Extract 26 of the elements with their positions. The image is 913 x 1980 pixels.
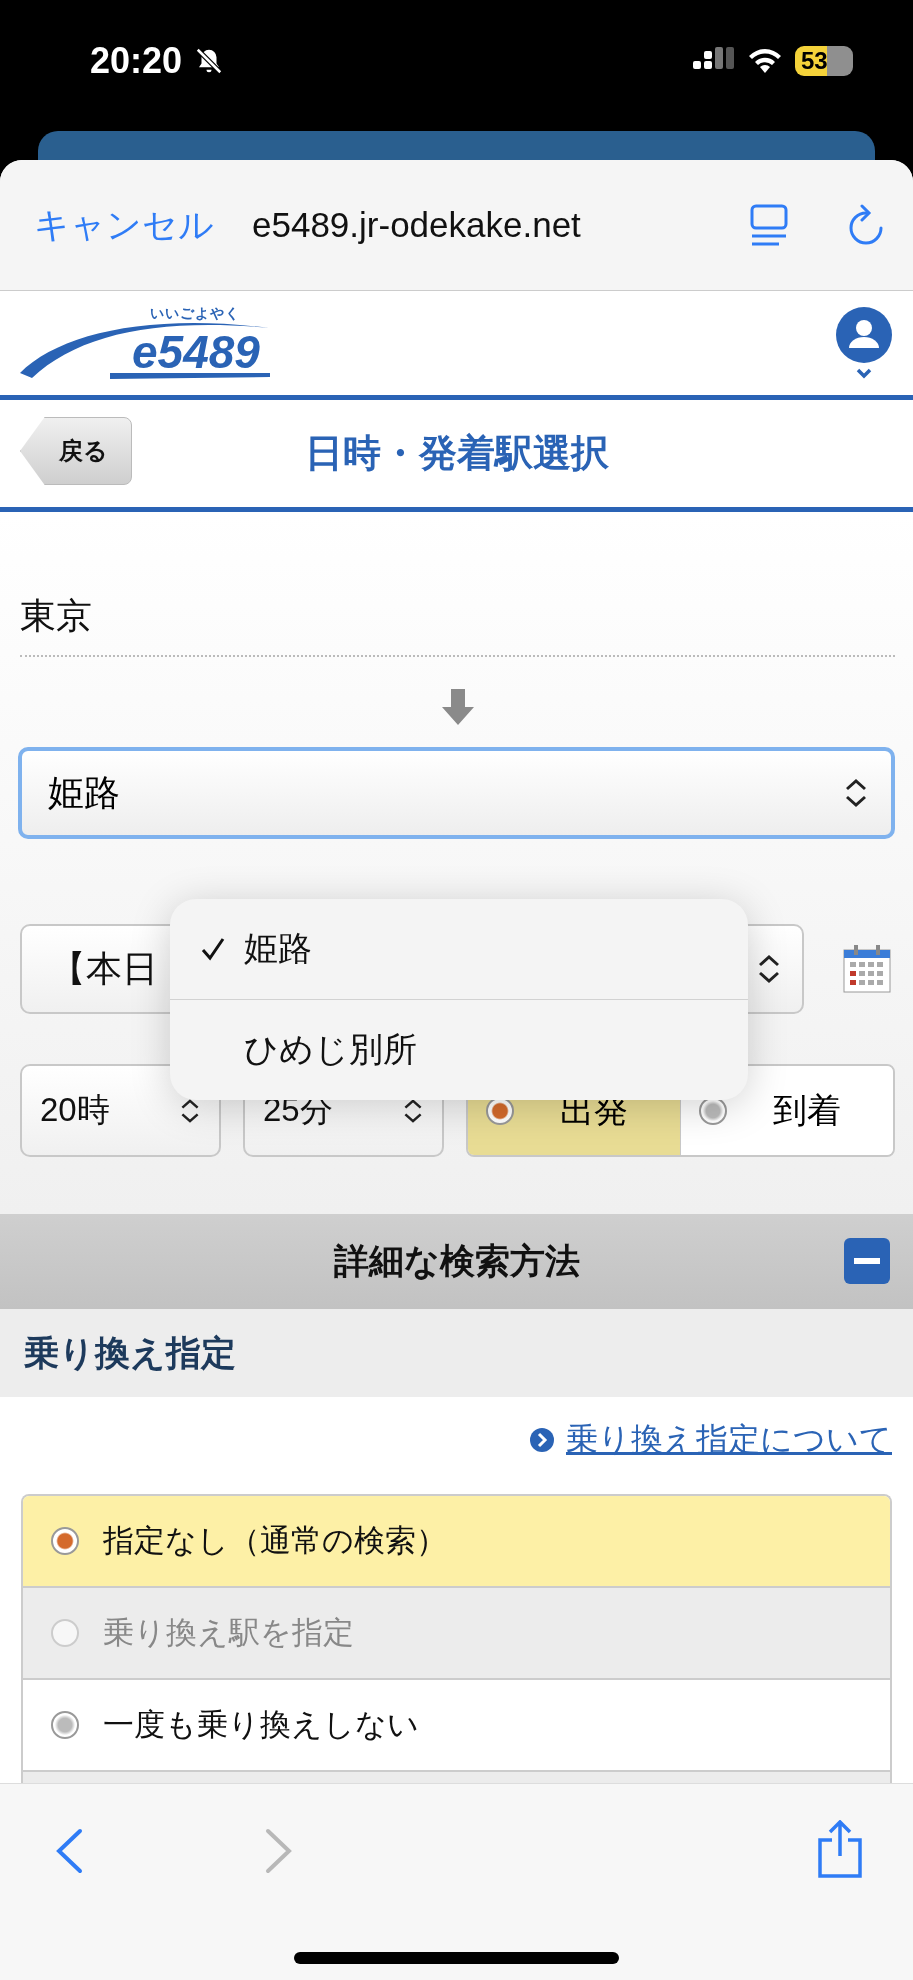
dropdown-option[interactable]: ひめじ別所 bbox=[170, 999, 748, 1100]
reload-icon[interactable] bbox=[847, 204, 885, 246]
url-text: e5489.jr-odekake.net bbox=[252, 205, 582, 245]
chevron-circle-icon bbox=[530, 1427, 554, 1452]
page-title: 日時・発着駅選択 bbox=[304, 431, 609, 476]
hour-select[interactable]: 20時 bbox=[20, 1064, 221, 1157]
help-link[interactable]: 乗り換え指定について bbox=[566, 1417, 892, 1462]
battery-icon: 53 bbox=[795, 45, 853, 76]
back-button[interactable]: 戻る bbox=[20, 417, 132, 485]
checkmark-icon bbox=[200, 936, 226, 962]
clock-time: 20:20 bbox=[90, 39, 183, 82]
transfer-option[interactable]: 指定なし（通常の検索） bbox=[23, 1496, 890, 1588]
section-heading: 乗り換え指定 bbox=[24, 1331, 236, 1374]
destination-select[interactable]: 姫路 bbox=[18, 747, 895, 839]
account-icon[interactable] bbox=[835, 306, 893, 380]
section-header[interactable]: 詳細な検索方法 bbox=[0, 1214, 913, 1309]
share-icon[interactable] bbox=[817, 1820, 863, 1878]
chevron-updown-icon bbox=[756, 953, 782, 985]
collapse-icon[interactable] bbox=[843, 1237, 891, 1285]
calendar-icon[interactable] bbox=[842, 944, 892, 994]
chevron-updown-icon bbox=[843, 777, 869, 809]
dropdown-option[interactable]: 姫路 bbox=[170, 899, 748, 999]
origin-station: 東京 bbox=[20, 592, 895, 657]
wifi-icon bbox=[747, 46, 783, 75]
cancel-button[interactable]: キャンセル bbox=[34, 201, 214, 249]
reader-icon[interactable] bbox=[749, 203, 789, 247]
